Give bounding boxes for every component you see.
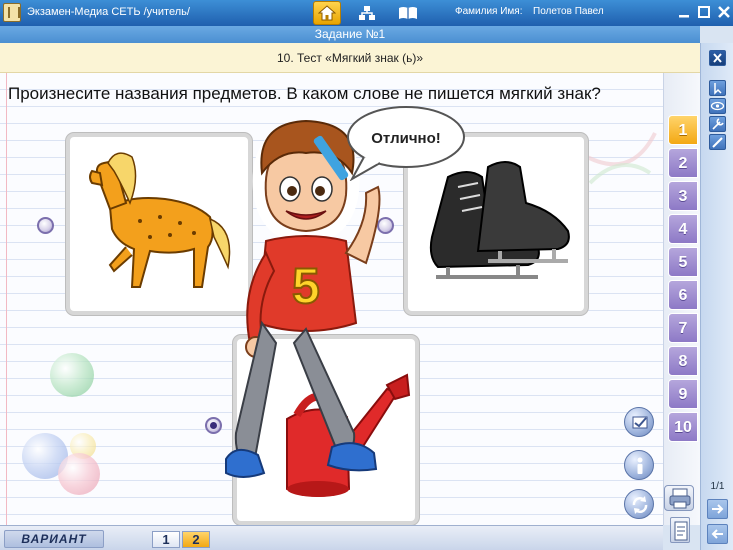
margin-line <box>6 73 7 525</box>
question-tab-label: 3 <box>678 188 688 205</box>
minimize-button[interactable] <box>676 4 692 20</box>
question-page: Произнесите названия предметов. В каком … <box>0 73 663 525</box>
question-tab-9[interactable]: 9 <box>668 379 698 409</box>
test-title: 10. Тест «Мягкий знак (ь)» <box>0 43 700 73</box>
structure-button[interactable] <box>353 1 381 25</box>
refresh-button[interactable] <box>624 489 654 519</box>
refresh-icon <box>632 496 648 514</box>
print-button[interactable] <box>664 485 694 511</box>
right-toolbar: 1/1 <box>700 43 733 550</box>
arrow-right-icon <box>712 504 724 514</box>
document-icon <box>674 521 688 541</box>
question-tab-6[interactable]: 6 <box>668 280 698 310</box>
home-icon <box>318 5 336 21</box>
check-answer-button[interactable] <box>624 407 654 437</box>
question-tab-10[interactable]: 10 <box>668 412 698 442</box>
speech-bubble: Отлично! <box>344 103 468 181</box>
close-icon <box>718 6 730 18</box>
book-button[interactable] <box>394 1 422 25</box>
info-button[interactable] <box>624 450 654 480</box>
decorative-bubble <box>50 353 94 397</box>
next-page-button[interactable] <box>707 499 728 519</box>
question-tab-3[interactable]: 3 <box>668 181 698 211</box>
view-tool-button[interactable] <box>709 98 726 114</box>
window-title: Экзамен-Медиа СЕТЬ /учитель/ <box>27 6 190 18</box>
question-tab-label: 7 <box>678 320 688 337</box>
user-name: Полетов Павел <box>533 6 604 17</box>
question-tab-label: 9 <box>678 386 688 403</box>
svg-text:5: 5 <box>292 258 320 314</box>
home-button[interactable] <box>313 1 341 25</box>
user-label: Фамилия Имя: <box>455 6 523 17</box>
app-book-icon <box>3 3 21 22</box>
printer-icon <box>669 488 691 509</box>
question-tab-4[interactable]: 4 <box>668 214 698 244</box>
question-tab-label: 6 <box>678 287 688 304</box>
page-counter: 1/1 <box>710 481 725 492</box>
edit-tool-button[interactable] <box>709 116 726 132</box>
question-tab-label: 1 <box>678 122 688 139</box>
question-tab-5[interactable]: 5 <box>668 247 698 277</box>
question-tab-8[interactable]: 8 <box>668 346 698 376</box>
question-tab-label: 8 <box>678 353 688 370</box>
answer-radio-horse[interactable] <box>37 217 54 234</box>
panel-close-button[interactable] <box>709 50 726 66</box>
maximize-button[interactable] <box>696 4 712 20</box>
question-navigation: 1 2 3 4 5 6 7 8 9 10 <box>663 73 700 525</box>
minimize-icon <box>679 15 689 18</box>
pen-icon <box>712 137 723 148</box>
question-tab-1[interactable]: 1 <box>668 115 698 145</box>
pen-tool-button[interactable] <box>709 134 726 150</box>
question-tab-label: 10 <box>674 419 692 436</box>
variant-tab-1[interactable]: 1 <box>152 531 180 548</box>
question-tab-label: 4 <box>678 221 688 238</box>
previous-page-button[interactable] <box>707 524 728 544</box>
pointer-icon <box>714 83 722 95</box>
question-tab-label: 2 <box>678 155 688 172</box>
arrow-left-icon <box>711 529 723 539</box>
hierarchy-icon <box>359 6 375 20</box>
question-tab-2[interactable]: 2 <box>668 148 698 178</box>
document-button[interactable] <box>670 517 690 543</box>
checkmark-icon <box>632 416 648 429</box>
question-tab-label: 5 <box>678 254 688 271</box>
info-icon <box>637 457 643 474</box>
wrench-icon <box>712 118 724 130</box>
question-text: Произнесите названия предметов. В каком … <box>8 84 601 103</box>
speech-bubble-text: Отлично! <box>371 130 441 147</box>
close-button[interactable] <box>716 4 732 20</box>
variant-bar: ВАРИАНТ 1 2 <box>0 525 663 550</box>
close-icon <box>713 53 722 63</box>
variant-label: ВАРИАНТ <box>4 530 104 548</box>
open-book-icon <box>399 7 417 19</box>
variant-tab-2[interactable]: 2 <box>182 531 210 548</box>
title-bar: Экзамен-Медиа СЕТЬ /учитель/ Фамилия Имя… <box>0 0 733 26</box>
eye-icon <box>710 101 725 111</box>
task-header: Задание №1 <box>0 26 700 43</box>
maximize-icon <box>698 6 710 18</box>
pointer-tool-button[interactable] <box>709 80 726 96</box>
decorative-bubble <box>58 453 100 495</box>
question-tab-7[interactable]: 7 <box>668 313 698 343</box>
